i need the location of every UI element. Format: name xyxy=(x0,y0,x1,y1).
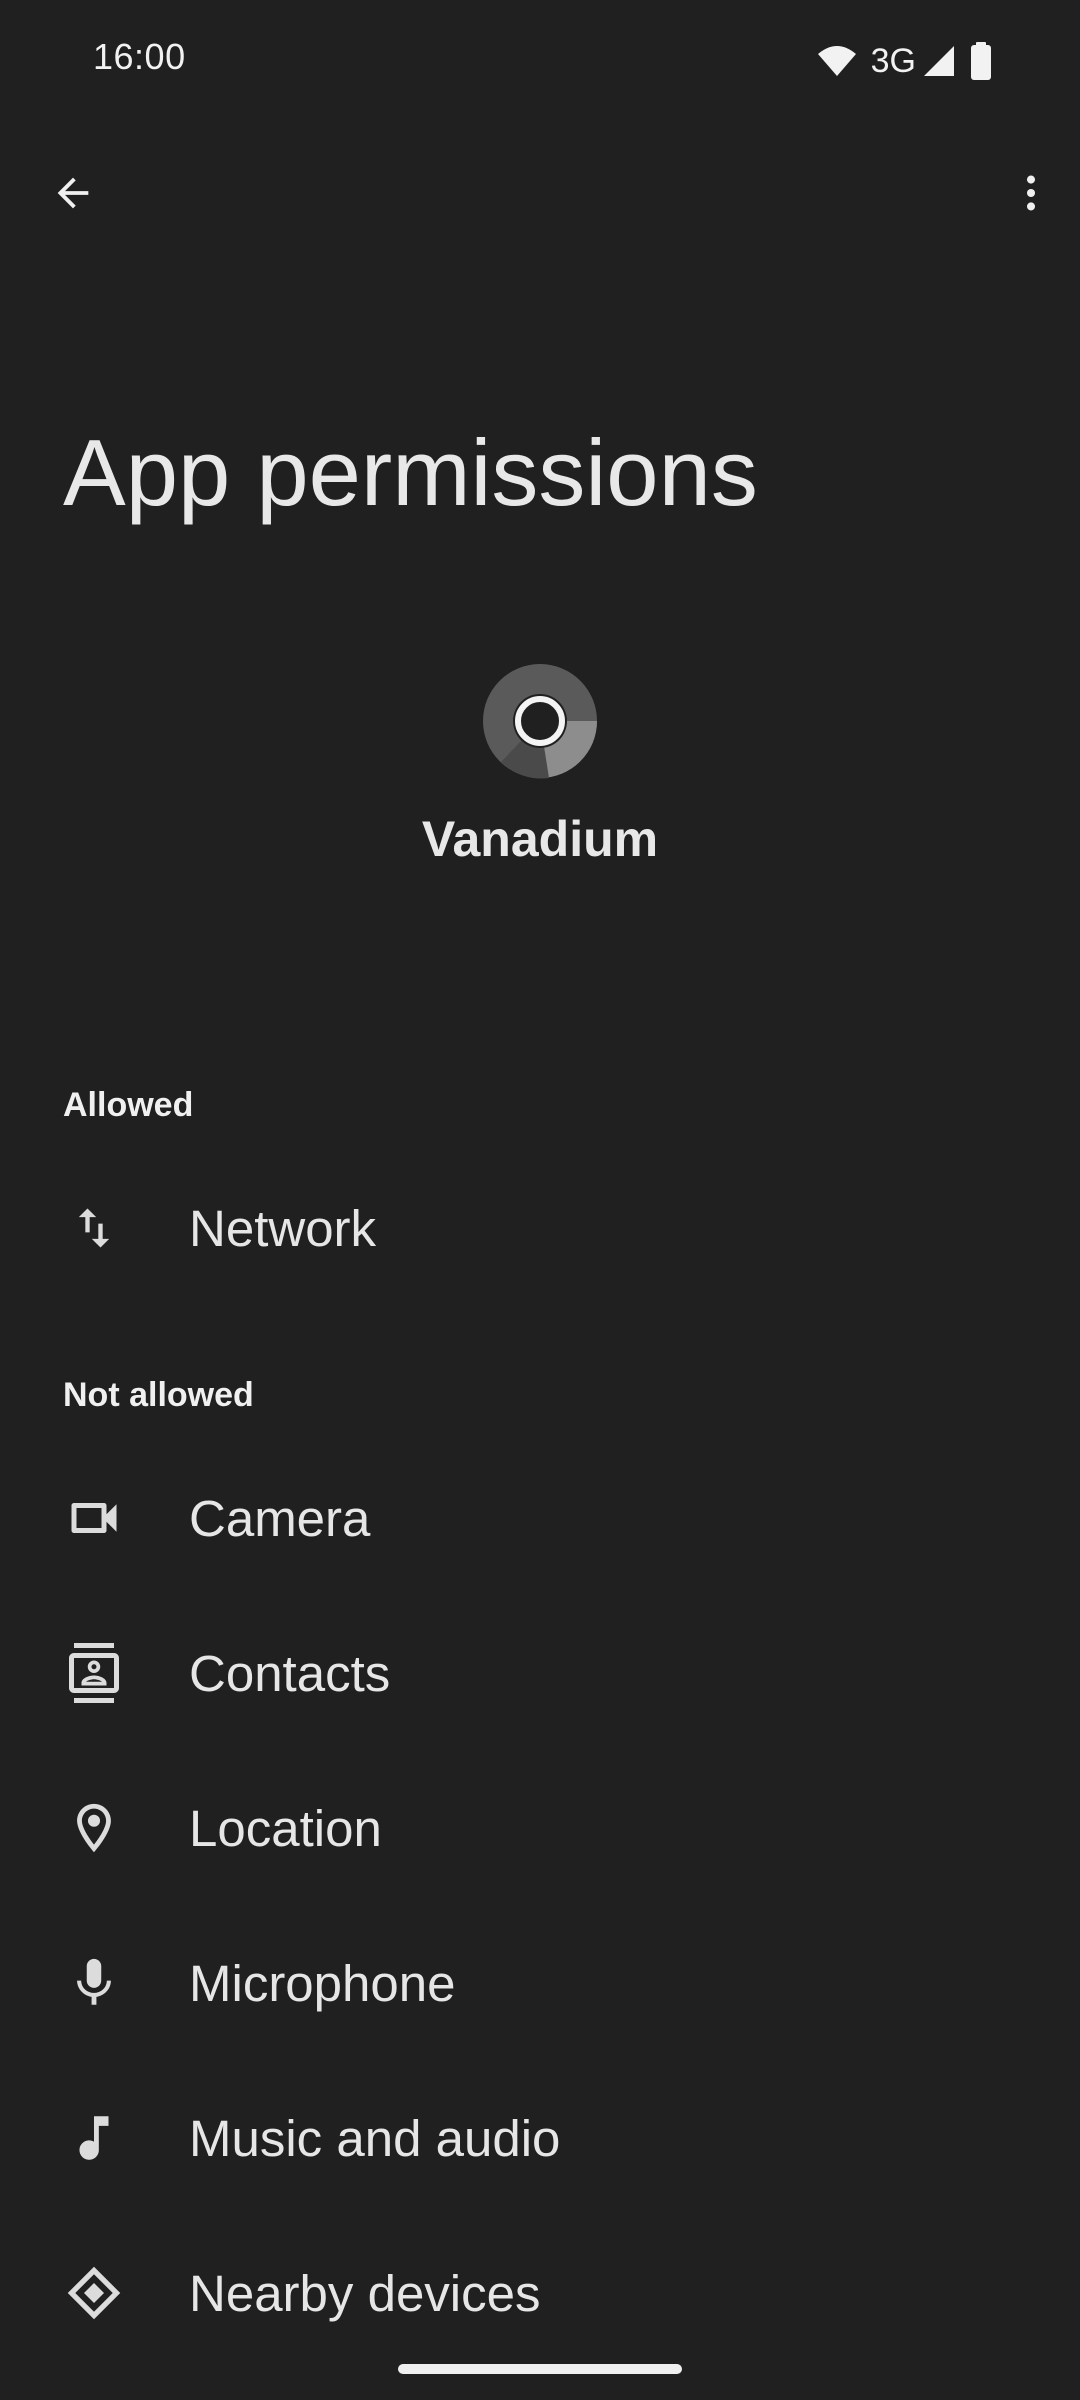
section-header-not-allowed: Not allowed xyxy=(63,1376,254,1414)
swap-vert-icon xyxy=(60,1194,128,1262)
permission-item-nearby-devices[interactable]: Nearby devices xyxy=(0,2218,1080,2368)
network-type-label: 3G xyxy=(870,42,916,80)
permission-item-network[interactable]: Network xyxy=(0,1153,1080,1303)
page-title: App permissions xyxy=(63,420,758,525)
wifi-icon xyxy=(817,46,856,76)
permission-label: Camera xyxy=(189,1489,371,1547)
section-header-allowed: Allowed xyxy=(63,1086,194,1124)
home-gesture-bar[interactable] xyxy=(398,2364,682,2374)
battery-icon xyxy=(971,42,991,80)
app-name: Vanadium xyxy=(421,811,659,867)
status-icons: 3G xyxy=(817,40,992,82)
app-header: Vanadium xyxy=(0,662,1080,868)
permission-item-contacts[interactable]: Contacts xyxy=(0,1598,1080,1748)
more-options-button[interactable] xyxy=(994,156,1068,230)
permission-label: Network xyxy=(189,1199,377,1257)
videocam-icon xyxy=(60,1484,128,1552)
top-app-bar xyxy=(0,150,1080,240)
arrow-left-icon xyxy=(57,177,89,209)
permission-label: Contacts xyxy=(189,1644,391,1702)
nearby-devices-icon xyxy=(60,2259,128,2327)
permission-label: Music and audio xyxy=(189,2109,561,2167)
location-pin-icon xyxy=(60,1794,128,1862)
permission-label: Nearby devices xyxy=(189,2264,541,2322)
permission-item-location[interactable]: Location xyxy=(0,1753,1080,1903)
microphone-icon xyxy=(60,1949,128,2017)
status-bar: 16:00 3G xyxy=(0,0,1080,120)
permission-label: Location xyxy=(189,1799,382,1857)
signal-icon xyxy=(924,46,954,76)
permission-label: Microphone xyxy=(189,1954,456,2012)
status-time: 16:00 xyxy=(93,36,186,77)
vanadium-logo xyxy=(483,664,597,779)
permission-item-music-and-audio[interactable]: Music and audio xyxy=(0,2063,1080,2213)
back-button[interactable] xyxy=(36,156,110,230)
permission-item-microphone[interactable]: Microphone xyxy=(0,1908,1080,2058)
music-note-icon xyxy=(60,2104,128,2172)
permission-item-camera[interactable]: Camera xyxy=(0,1443,1080,1593)
contacts-icon xyxy=(60,1639,128,1707)
more-vert-icon xyxy=(1026,175,1036,211)
